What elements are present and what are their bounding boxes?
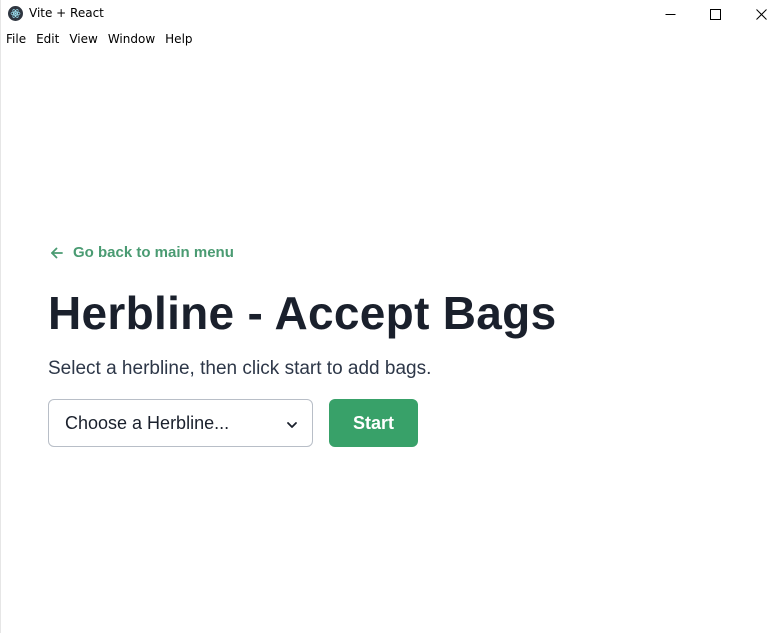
herbline-select-value: Choose a Herbline... (65, 412, 230, 433)
back-link-label: Go back to main menu (73, 244, 234, 261)
close-icon (755, 8, 767, 20)
arrow-left-icon (50, 246, 64, 260)
chevron-down-icon (285, 416, 299, 430)
menu-window[interactable]: Window (103, 32, 160, 46)
page-title: Herbline - Accept Bags (48, 287, 557, 339)
app-window: Vite + React File Edit View Window Help (0, 0, 774, 633)
minimize-icon (665, 13, 675, 15)
title-bar: Vite + React (1, 0, 774, 28)
menu-edit[interactable]: Edit (31, 32, 64, 46)
close-button[interactable] (738, 0, 774, 28)
back-to-main-menu-link[interactable]: Go back to main menu (50, 244, 234, 261)
electron-icon (8, 6, 23, 21)
menu-help[interactable]: Help (160, 32, 197, 46)
maximize-icon (709, 8, 721, 20)
page-subtitle: Select a herbline, then click start to a… (48, 358, 432, 379)
menu-view[interactable]: View (64, 32, 102, 46)
menu-file[interactable]: File (1, 32, 31, 46)
start-button[interactable]: Start (329, 399, 418, 447)
minimize-button[interactable] (647, 0, 693, 28)
menu-bar: File Edit View Window Help (1, 30, 198, 48)
maximize-button[interactable] (692, 0, 738, 28)
herbline-select[interactable]: Choose a Herbline... (48, 399, 313, 447)
window-title: Vite + React (29, 6, 104, 20)
